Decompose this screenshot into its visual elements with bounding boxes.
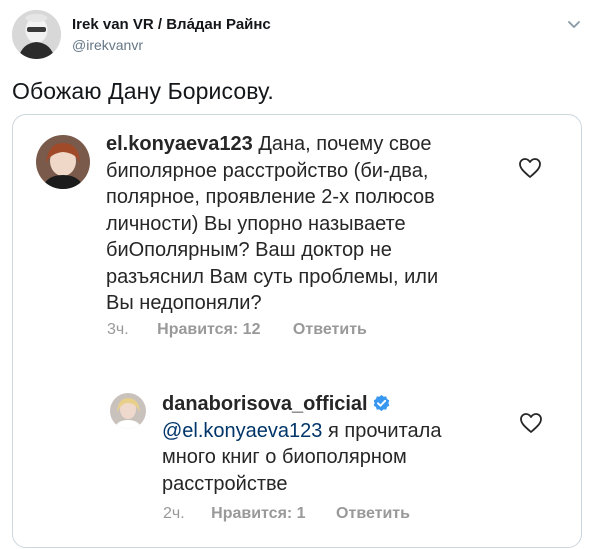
comment-time: 2ч. — [163, 505, 185, 522]
tweet-text: Обожаю Дану Борисову. — [12, 78, 274, 104]
comment-time: 3ч. — [107, 321, 129, 338]
comment-likes[interactable]: Нравится: 12 — [157, 321, 260, 339]
author-avatar[interactable] — [12, 10, 61, 59]
tweet-header: Irek van VR / Вла́дан Райнс @irekvanvr — [12, 10, 582, 60]
comment-text: danaborisova_official @el.konyaeva123 я … — [162, 391, 512, 497]
author-name[interactable]: Irek van VR / Вла́дан Райнс — [72, 15, 271, 35]
comment-meta: 3ч. Нравится: 12 Ответить — [107, 321, 367, 339]
comment-meta: 2ч. Нравится: 1 Ответить — [163, 505, 410, 523]
caret-down-icon[interactable] — [566, 16, 582, 32]
comment-likes[interactable]: Нравится: 1 — [211, 505, 305, 523]
mention-link[interactable]: @el.konyaeva123 — [162, 420, 322, 442]
author-block: Irek van VR / Вла́дан Райнс @irekvanvr — [72, 15, 271, 55]
reply-button[interactable]: Ответить — [293, 321, 367, 339]
comment-text: el.konyaeva123 Дана, почему свое биполяр… — [106, 131, 526, 317]
author-handle[interactable]: @irekvanvr — [72, 35, 271, 55]
attached-image-card[interactable]: el.konyaeva123 Дана, почему свое биполяр… — [12, 114, 582, 548]
verified-badge-icon — [373, 394, 389, 412]
commenter-avatar[interactable] — [36, 135, 90, 189]
heart-icon[interactable] — [519, 412, 543, 434]
comment-username[interactable]: el.konyaeva123 — [106, 133, 253, 155]
reply-button[interactable]: Ответить — [336, 505, 410, 523]
comment-body: Дана, почему свое биполярное расстройств… — [106, 133, 439, 314]
commenter-avatar[interactable] — [110, 393, 146, 429]
comment-username[interactable]: danaborisova_official — [162, 393, 368, 415]
heart-icon[interactable] — [518, 157, 542, 179]
